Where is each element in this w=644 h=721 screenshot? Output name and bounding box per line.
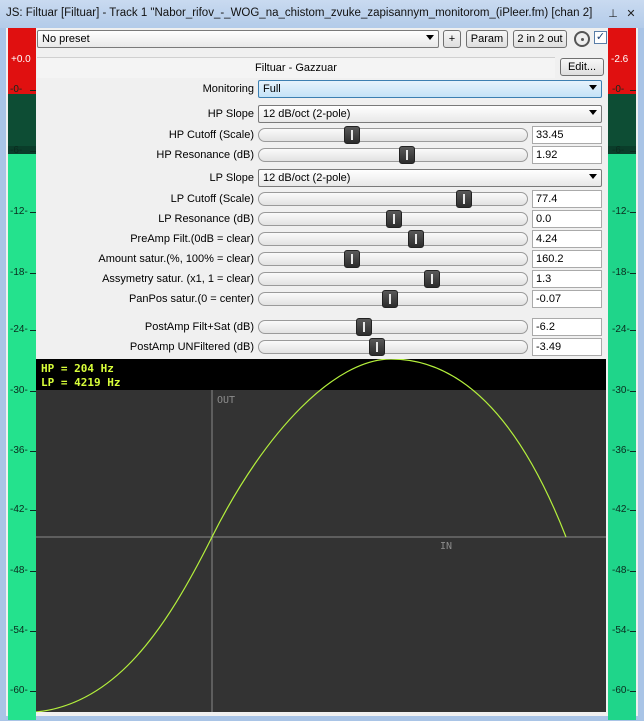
lp-slope-dropdown[interactable]: 12 dB/oct (2-pole) [258, 169, 602, 187]
postamp-filt-label: PostAmp Filt+Sat (dB) [144, 321, 254, 333]
graph-plot-area [36, 390, 606, 712]
postamp-filt-value[interactable]: -6.2 [532, 318, 602, 336]
hp-cutoff-value[interactable]: 33.45 [532, 126, 602, 144]
lp-resonance-slider[interactable] [258, 210, 528, 228]
monitoring-label: Monitoring [202, 83, 254, 95]
chevron-down-icon [589, 85, 597, 90]
assymetry-slider[interactable] [258, 270, 528, 288]
lp-slope-label: LP Slope [209, 172, 254, 184]
hp-slope-dropdown[interactable]: 12 dB/oct (2-pole) [258, 105, 602, 123]
chevron-down-icon [426, 35, 434, 40]
out-axis-label: OUT [217, 395, 235, 406]
wet-knob-icon[interactable] [574, 31, 590, 47]
slider-thumb[interactable] [369, 338, 385, 356]
lp-cutoff-label: LP Cutoff (Scale) [170, 193, 254, 205]
right-meter-value: -2.6 [611, 54, 629, 65]
amount-satur-slider[interactable] [258, 250, 528, 268]
param-button[interactable]: Param [466, 30, 508, 48]
slider-thumb[interactable] [386, 210, 402, 228]
lp-cutoff-slider[interactable] [258, 190, 528, 208]
slider-thumb[interactable] [408, 230, 424, 248]
lp-resonance-label: LP Resonance (dB) [158, 213, 254, 225]
plugin-name-bar: Filtuar - Gazzuar [37, 57, 555, 78]
postamp-unfilt-label: PostAmp UNFiltered (dB) [129, 341, 254, 353]
lp-cutoff-value[interactable]: 77.4 [532, 190, 602, 208]
amount-satur-label: Amount satur.(%, 100% = clear) [98, 253, 254, 265]
plugin-window: JS: Filtuar [Filtuar] - Track 1 "Nabor_r… [0, 0, 644, 721]
hp-frequency-readout: HP = 204 Hz [41, 362, 114, 375]
left-meter-value: +0.0 [11, 54, 31, 65]
hp-resonance-value[interactable]: 1.92 [532, 146, 602, 164]
hp-cutoff-slider[interactable] [258, 126, 528, 144]
edit-button[interactable]: Edit... [560, 58, 604, 76]
postamp-filt-slider[interactable] [258, 318, 528, 336]
bypass-checkbox[interactable]: ✓ [594, 31, 607, 44]
hp-slope-value: 12 dB/oct (2-pole) [263, 108, 351, 120]
transfer-graph: OUT IN HP = 204 Hz LP = 4219 Hz [36, 359, 606, 712]
panpos-label: PanPos satur.(0 = center) [128, 293, 254, 305]
pin-icon[interactable]: ⊥ [606, 7, 620, 21]
lp-slope-value: 12 dB/oct (2-pole) [263, 172, 351, 184]
slider-thumb[interactable] [382, 290, 398, 308]
chevron-down-icon [589, 174, 597, 179]
right-level-meter: -2.6 -0- -6- -12- -18- -24- -30- -36- -4… [608, 28, 636, 720]
close-icon[interactable]: ✕ [624, 7, 638, 21]
preamp-slider[interactable] [258, 230, 528, 248]
preamp-value[interactable]: 4.24 [532, 230, 602, 248]
slider-thumb[interactable] [344, 126, 360, 144]
panpos-slider[interactable] [258, 290, 528, 308]
preset-value: No preset [42, 33, 90, 45]
add-preset-button[interactable]: + [443, 30, 461, 48]
hp-cutoff-label: HP Cutoff (Scale) [168, 129, 254, 141]
title-bar[interactable]: JS: Filtuar [Filtuar] - Track 1 "Nabor_r… [0, 0, 644, 28]
hp-slope-label: HP Slope [207, 108, 254, 120]
slider-thumb[interactable] [456, 190, 472, 208]
slider-thumb[interactable] [356, 318, 372, 336]
amount-satur-value[interactable]: 160.2 [532, 250, 602, 268]
assymetry-value[interactable]: 1.3 [532, 270, 602, 288]
chevron-down-icon [589, 110, 597, 115]
slider-thumb[interactable] [344, 250, 360, 268]
lp-frequency-readout: LP = 4219 Hz [41, 376, 121, 389]
monitoring-dropdown[interactable]: Full [258, 80, 602, 98]
slider-thumb[interactable] [399, 146, 415, 164]
in-axis-label: IN [440, 541, 452, 552]
lp-resonance-value[interactable]: 0.0 [532, 210, 602, 228]
postamp-unfilt-slider[interactable] [258, 338, 528, 356]
plugin-name: Filtuar - Gazzuar [255, 62, 337, 74]
preamp-label: PreAmp Filt.(0dB = clear) [130, 233, 254, 245]
hp-resonance-label: HP Resonance (dB) [156, 149, 254, 161]
left-level-meter: +0.0 -0- -6- -12- -18- -24- -30- -36- -4… [8, 28, 36, 720]
slider-thumb[interactable] [424, 270, 440, 288]
window-title: JS: Filtuar [Filtuar] - Track 1 "Nabor_r… [6, 7, 593, 19]
monitoring-value: Full [263, 83, 281, 95]
io-routing-button[interactable]: 2 in 2 out [513, 30, 567, 48]
transfer-curve-canvas: OUT IN [36, 359, 606, 712]
hp-resonance-slider[interactable] [258, 146, 528, 164]
assymetry-label: Assymetry satur. (x1, 1 = clear) [102, 273, 254, 285]
panpos-value[interactable]: -0.07 [532, 290, 602, 308]
postamp-unfilt-value[interactable]: -3.49 [532, 338, 602, 356]
preset-dropdown[interactable]: No preset [37, 30, 439, 48]
